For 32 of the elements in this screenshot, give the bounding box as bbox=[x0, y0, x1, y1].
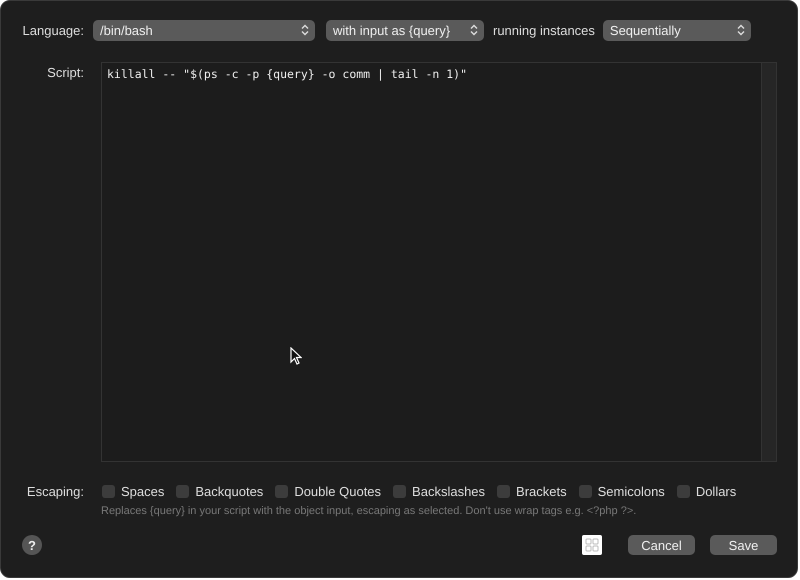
language-popup[interactable]: /bin/bash bbox=[93, 20, 315, 40]
checkbox[interactable] bbox=[578, 485, 592, 498]
script-code: killall -- "$(ps -c -p {query} -o comm | tail -n 1)" bbox=[106, 66, 468, 83]
escaping-label: Escaping: bbox=[26, 484, 85, 499]
checkbox-label: Spaces bbox=[121, 484, 164, 499]
checkbox-label: Semicolons bbox=[598, 484, 665, 499]
mouse-pointer-icon bbox=[290, 347, 302, 365]
checkbox[interactable] bbox=[275, 485, 288, 498]
input-mode-popup[interactable]: with input as {query} bbox=[326, 20, 484, 40]
checkbox[interactable] bbox=[497, 485, 510, 498]
checkbox[interactable] bbox=[676, 485, 690, 498]
script-editor[interactable]: killall -- "$(ps -c -p {query} -o comm | tail -n 1)" bbox=[101, 62, 777, 462]
cancel-button[interactable]: Cancel bbox=[628, 535, 695, 555]
checkbox[interactable] bbox=[176, 485, 190, 498]
checkbox-label: Double Quotes bbox=[294, 484, 382, 499]
checkbox-label: Backslashes bbox=[412, 484, 486, 499]
instances-popup[interactable]: Sequentially bbox=[602, 20, 751, 40]
script-label: Script: bbox=[46, 64, 85, 82]
grid-icon[interactable] bbox=[582, 535, 602, 555]
language-label: Language: bbox=[22, 22, 85, 38]
checkbox-label: Backquotes bbox=[195, 484, 264, 499]
chevron-icon bbox=[736, 24, 745, 36]
help-button[interactable]: ? bbox=[22, 535, 42, 555]
checkbox[interactable] bbox=[393, 485, 406, 498]
chevron-icon bbox=[301, 24, 309, 36]
save-button[interactable]: Save bbox=[710, 535, 777, 555]
hint-text: Replaces {query} in your script with the object input, escaping as selected. Don't use wrap tags e.g. <?php ?>. bbox=[101, 505, 638, 517]
checkbox[interactable] bbox=[102, 485, 115, 498]
running-instances-label: running instances bbox=[493, 22, 595, 38]
chevron-icon bbox=[470, 24, 478, 36]
checkbox-label: Dollars bbox=[696, 484, 736, 499]
checkbox-label: Brackets bbox=[516, 484, 567, 499]
